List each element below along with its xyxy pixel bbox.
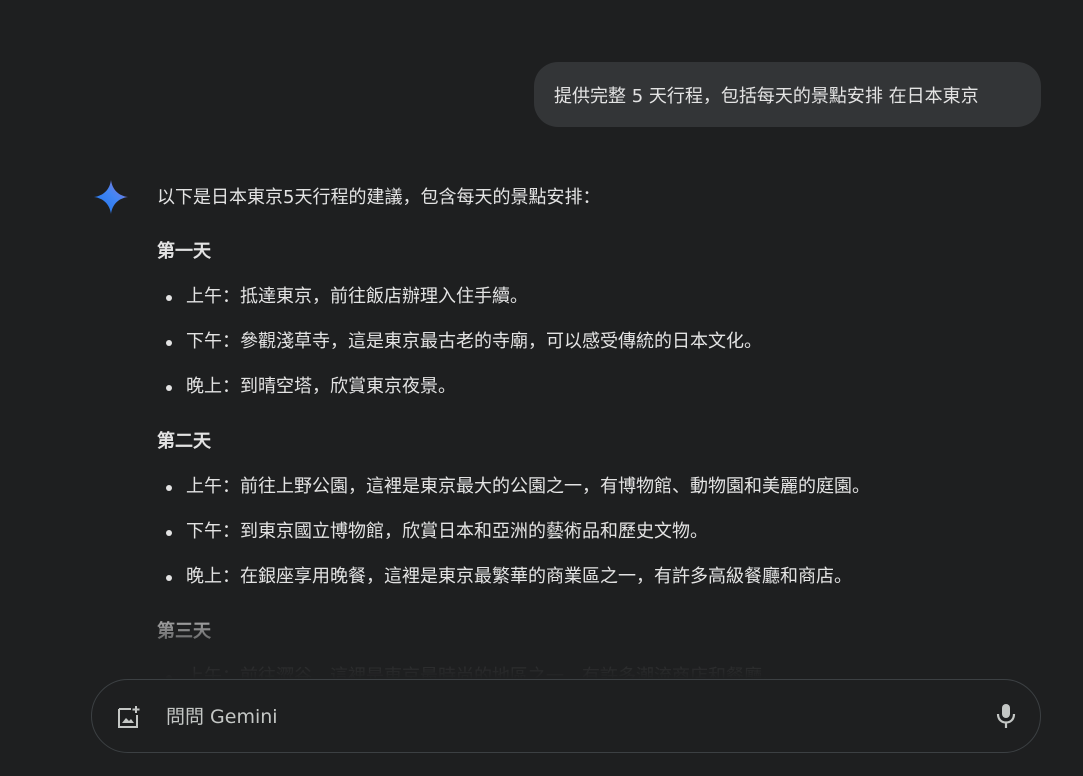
list-item: 晚上：在銀座享用晚餐，這裡是東京最繁華的商業區之一，有許多高級餐廳和商店。 bbox=[157, 563, 1037, 608]
gemini-sparkle-icon bbox=[93, 179, 129, 215]
day-heading: 第二天 bbox=[157, 431, 211, 452]
bullet-icon bbox=[166, 485, 172, 491]
list-item: 上午：前往澀谷，這裡是東京最時尚的地區之一，有許多潮流商店和餐廳。 bbox=[157, 663, 1037, 679]
user-message-bubble: 提供完整 5 天行程，包括每天的景點安排 在日本東京 bbox=[534, 62, 1041, 127]
day-1-list: 上午：抵達東京，前往飯店辦理入住手續。 下午：參觀淺草寺，這是東京最古老的寺廟，… bbox=[157, 283, 1037, 418]
day-heading: 第三天 bbox=[157, 621, 211, 642]
response-intro: 以下是日本東京5天行程的建議，包含每天的景點安排： bbox=[157, 187, 601, 208]
prompt-input[interactable] bbox=[164, 698, 968, 736]
chat-page: 提供完整 5 天行程，包括每天的景點安排 在日本東京 以下是日本東京5天行程的建… bbox=[0, 0, 1083, 776]
bullet-icon bbox=[166, 530, 172, 536]
list-item: 下午：到東京國立博物館，欣賞日本和亞洲的藝術品和歷史文物。 bbox=[157, 518, 1037, 563]
add-image-icon bbox=[118, 706, 140, 728]
user-message-text: 提供完整 5 天行程，包括每天的景點安排 在日本東京 bbox=[554, 85, 979, 107]
day-2-list: 上午：前往上野公園，這裡是東京最大的公園之一，有博物館、動物園和美麗的庭園。 下… bbox=[157, 473, 1037, 608]
day-heading: 第一天 bbox=[157, 241, 211, 262]
day-3-list: 上午：前往澀谷，這裡是東京最時尚的地區之一，有許多潮流商店和餐廳。 bbox=[157, 663, 1037, 679]
bullet-icon bbox=[166, 340, 172, 346]
list-item: 晚上：到晴空塔，欣賞東京夜景。 bbox=[157, 373, 1037, 418]
gemini-response: 以下是日本東京5天行程的建議，包含每天的景點安排： 第一天 上午：抵達東京，前往… bbox=[157, 184, 1037, 679]
prompt-bar bbox=[91, 679, 1041, 753]
list-item: 下午：參觀淺草寺，這是東京最古老的寺廟，可以感受傳統的日本文化。 bbox=[157, 328, 1037, 373]
bullet-icon bbox=[166, 385, 172, 391]
bullet-icon bbox=[166, 295, 172, 301]
list-item: 上午：抵達東京，前往飯店辦理入住手續。 bbox=[157, 283, 1037, 328]
add-image-button[interactable] bbox=[114, 702, 144, 732]
microphone-button[interactable] bbox=[990, 700, 1022, 732]
bullet-icon bbox=[166, 575, 172, 581]
list-item: 上午：前往上野公園，這裡是東京最大的公園之一，有博物館、動物園和美麗的庭園。 bbox=[157, 473, 1037, 518]
microphone-icon bbox=[996, 704, 1016, 728]
